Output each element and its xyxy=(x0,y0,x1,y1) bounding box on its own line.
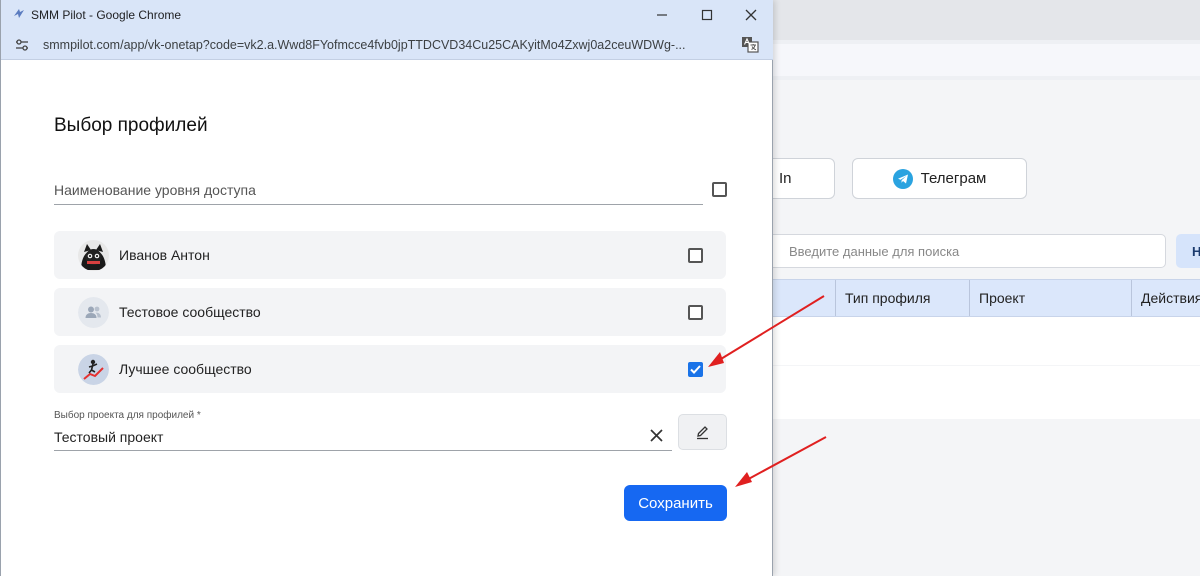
project-value: Тестовый проект xyxy=(54,429,164,445)
project-select[interactable]: Тестовый проект xyxy=(54,425,672,451)
translate-icon[interactable] xyxy=(741,36,759,53)
profile-item[interactable]: Иванов Антон xyxy=(54,231,726,279)
background-address-bar xyxy=(770,44,1200,76)
table-row xyxy=(770,366,1200,419)
popup-window: SMM Pilot - Google Chrome smmpilot.com/a… xyxy=(0,0,773,576)
profile-checkbox[interactable] xyxy=(688,305,703,320)
edit-project-button[interactable] xyxy=(678,414,727,450)
address-bar: smmpilot.com/app/vk-onetap?code=vk2.a.Ww… xyxy=(1,30,773,60)
maximize-icon xyxy=(701,9,713,21)
app-icon xyxy=(13,7,25,22)
telegram-button[interactable]: Телеграм xyxy=(852,158,1027,199)
close-icon xyxy=(745,9,757,21)
save-button[interactable]: Сохранить xyxy=(624,485,727,521)
minimize-button[interactable] xyxy=(649,4,675,26)
avatar xyxy=(78,240,109,271)
column-header-actions: Действия xyxy=(1131,280,1200,316)
dialog: Выбор профилей Наименование уровня досту… xyxy=(1,61,773,576)
pencil-icon xyxy=(697,425,708,439)
profile-name: Лучшее сообщество xyxy=(119,361,252,377)
maximize-button[interactable] xyxy=(694,4,720,26)
profile-item[interactable]: Лучшее сообщество xyxy=(54,345,726,393)
avatar xyxy=(78,354,109,385)
linkedin-button-label: In xyxy=(779,170,792,187)
access-level-field[interactable]: Наименование уровня доступа xyxy=(54,179,703,205)
window-titlebar: SMM Pilot - Google Chrome xyxy=(1,0,773,30)
table-header: Тип профиля Проект Действия xyxy=(770,279,1200,317)
project-field-label: Выбор проекта для профилей * xyxy=(54,410,201,421)
table-row xyxy=(770,317,1200,365)
checkmark-icon xyxy=(690,365,701,374)
select-all-checkbox[interactable] xyxy=(712,182,727,197)
window-title: SMM Pilot - Google Chrome xyxy=(31,8,182,22)
search-placeholder: Введите данные для поиска xyxy=(789,243,960,259)
group-avatar xyxy=(78,297,109,328)
column-header-project: Проект xyxy=(969,280,1131,316)
telegram-icon xyxy=(892,168,913,189)
close-button[interactable] xyxy=(738,4,764,26)
minimize-icon xyxy=(657,14,667,16)
profile-item[interactable]: Тестовое сообщество xyxy=(54,288,726,336)
url-text[interactable]: smmpilot.com/app/vk-onetap?code=vk2.a.Ww… xyxy=(43,38,733,52)
dialog-title: Выбор профилей xyxy=(54,115,208,136)
telegram-button-label: Телеграм xyxy=(920,170,987,187)
search-button[interactable]: Н xyxy=(1176,234,1200,268)
search-input[interactable]: Введите данные для поиска xyxy=(760,234,1166,268)
column-header-profile-type: Тип профиля xyxy=(835,280,970,316)
clear-icon xyxy=(649,428,663,442)
profile-checkbox[interactable] xyxy=(688,248,703,263)
profile-name: Иванов Антон xyxy=(119,247,210,263)
profile-name: Тестовое сообщество xyxy=(119,304,261,320)
site-settings-icon[interactable] xyxy=(14,38,30,52)
profile-checkbox-checked[interactable] xyxy=(688,362,703,377)
clear-project-button[interactable] xyxy=(646,425,666,445)
access-level-placeholder: Наименование уровня доступа xyxy=(54,182,256,198)
search-button-label: Н xyxy=(1192,244,1200,259)
